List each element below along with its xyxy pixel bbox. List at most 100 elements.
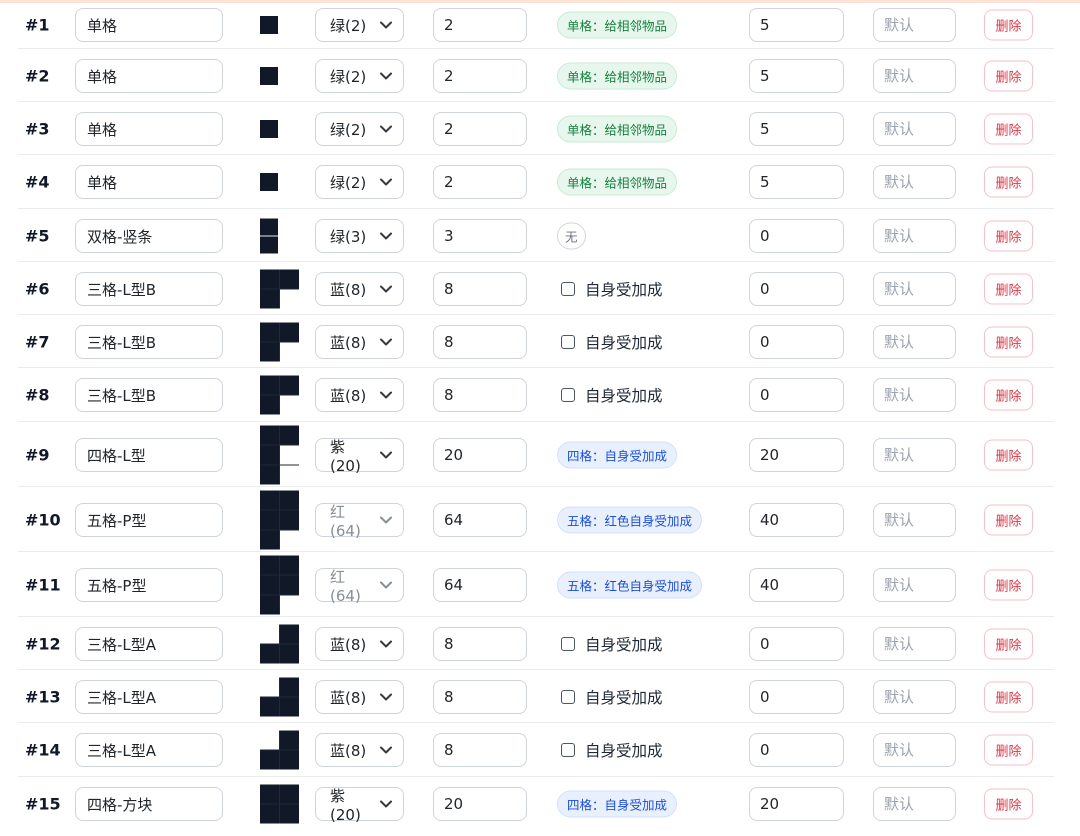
default-input[interactable] — [873, 733, 956, 767]
value-input[interactable] — [749, 272, 844, 306]
count-input[interactable] — [433, 59, 527, 93]
delete-button[interactable]: 删除 — [984, 379, 1033, 411]
delete-button[interactable]: 删除 — [984, 273, 1033, 305]
value-input[interactable] — [749, 568, 844, 602]
value-input[interactable] — [749, 503, 844, 537]
item-name-input[interactable] — [75, 568, 223, 602]
default-input[interactable] — [873, 787, 956, 821]
count-input[interactable] — [433, 165, 527, 199]
item-name-input[interactable] — [75, 627, 223, 661]
self-bonus-checkbox[interactable]: 自身受加成 — [561, 633, 663, 655]
delete-button[interactable]: 删除 — [984, 628, 1033, 660]
checkbox-box[interactable] — [561, 335, 575, 349]
value-input[interactable] — [749, 219, 844, 253]
color-select[interactable]: 绿(2) — [315, 112, 404, 146]
delete-button[interactable]: 删除 — [984, 681, 1033, 713]
self-bonus-checkbox[interactable]: 自身受加成 — [561, 278, 663, 300]
color-select[interactable]: 紫(20) — [315, 438, 404, 475]
count-input[interactable] — [433, 219, 527, 253]
item-name-input[interactable] — [75, 8, 223, 42]
self-bonus-checkbox[interactable]: 自身受加成 — [561, 739, 663, 761]
color-select[interactable]: 蓝(8) — [315, 733, 404, 767]
default-input[interactable] — [873, 165, 956, 199]
count-input[interactable] — [433, 680, 527, 714]
color-select[interactable]: 红(64) — [315, 568, 404, 605]
count-input[interactable] — [433, 438, 527, 472]
count-input[interactable] — [433, 8, 527, 42]
default-input[interactable] — [873, 680, 956, 714]
item-name-input[interactable] — [75, 680, 223, 714]
default-input[interactable] — [873, 378, 956, 412]
delete-button[interactable]: 删除 — [984, 734, 1033, 766]
item-name-input[interactable] — [75, 165, 223, 199]
count-input[interactable] — [433, 325, 527, 359]
count-input[interactable] — [433, 627, 527, 661]
count-input[interactable] — [433, 787, 527, 821]
default-input[interactable] — [873, 325, 956, 359]
delete-button[interactable]: 删除 — [984, 60, 1033, 92]
default-input[interactable] — [873, 59, 956, 93]
delete-button[interactable]: 删除 — [984, 220, 1033, 252]
color-select[interactable]: 蓝(8) — [315, 325, 404, 359]
value-input[interactable] — [749, 59, 844, 93]
count-input[interactable] — [433, 568, 527, 602]
checkbox-box[interactable] — [561, 388, 575, 402]
count-input[interactable] — [433, 378, 527, 412]
delete-button[interactable]: 删除 — [984, 113, 1033, 145]
default-input[interactable] — [873, 219, 956, 253]
delete-button[interactable]: 删除 — [984, 9, 1033, 41]
item-name-input[interactable] — [75, 325, 223, 359]
default-input[interactable] — [873, 503, 956, 537]
default-input[interactable] — [873, 438, 956, 472]
delete-button[interactable]: 删除 — [984, 569, 1033, 601]
item-name-input[interactable] — [75, 787, 223, 821]
color-select[interactable]: 红(64) — [315, 503, 404, 540]
value-input[interactable] — [749, 112, 844, 146]
value-input[interactable] — [749, 680, 844, 714]
count-input[interactable] — [433, 503, 527, 537]
value-input[interactable] — [749, 787, 844, 821]
default-input[interactable] — [873, 627, 956, 661]
default-input[interactable] — [873, 8, 956, 42]
value-input[interactable] — [749, 378, 844, 412]
count-input[interactable] — [433, 733, 527, 767]
value-input[interactable] — [749, 325, 844, 359]
checkbox-box[interactable] — [561, 282, 575, 296]
color-select[interactable]: 绿(2) — [315, 8, 404, 42]
color-select[interactable]: 绿(3) — [315, 219, 404, 253]
checkbox-box[interactable] — [561, 690, 575, 704]
color-select[interactable]: 蓝(8) — [315, 272, 404, 306]
default-input[interactable] — [873, 272, 956, 306]
checkbox-box[interactable] — [561, 637, 575, 651]
item-name-input[interactable] — [75, 378, 223, 412]
color-select[interactable]: 绿(2) — [315, 165, 404, 199]
item-name-input[interactable] — [75, 438, 223, 472]
self-bonus-checkbox[interactable]: 自身受加成 — [561, 331, 663, 353]
color-select[interactable]: 蓝(8) — [315, 680, 404, 714]
checkbox-box[interactable] — [561, 743, 575, 757]
item-name-input[interactable] — [75, 112, 223, 146]
item-name-input[interactable] — [75, 272, 223, 306]
value-input[interactable] — [749, 627, 844, 661]
item-name-input[interactable] — [75, 503, 223, 537]
count-input[interactable] — [433, 112, 527, 146]
item-name-input[interactable] — [75, 59, 223, 93]
item-name-input[interactable] — [75, 733, 223, 767]
default-input[interactable] — [873, 568, 956, 602]
value-input[interactable] — [749, 438, 844, 472]
self-bonus-checkbox[interactable]: 自身受加成 — [561, 384, 663, 406]
delete-button[interactable]: 删除 — [984, 326, 1033, 358]
value-input[interactable] — [749, 165, 844, 199]
value-input[interactable] — [749, 8, 844, 42]
item-name-input[interactable] — [75, 219, 223, 253]
self-bonus-checkbox[interactable]: 自身受加成 — [561, 686, 663, 708]
value-input[interactable] — [749, 733, 844, 767]
color-select[interactable]: 紫(20) — [315, 787, 404, 824]
delete-button[interactable]: 删除 — [984, 504, 1033, 536]
count-input[interactable] — [433, 272, 527, 306]
delete-button[interactable]: 删除 — [984, 439, 1033, 471]
color-select[interactable]: 蓝(8) — [315, 378, 404, 412]
default-input[interactable] — [873, 112, 956, 146]
delete-button[interactable]: 删除 — [984, 788, 1033, 820]
delete-button[interactable]: 删除 — [984, 166, 1033, 198]
